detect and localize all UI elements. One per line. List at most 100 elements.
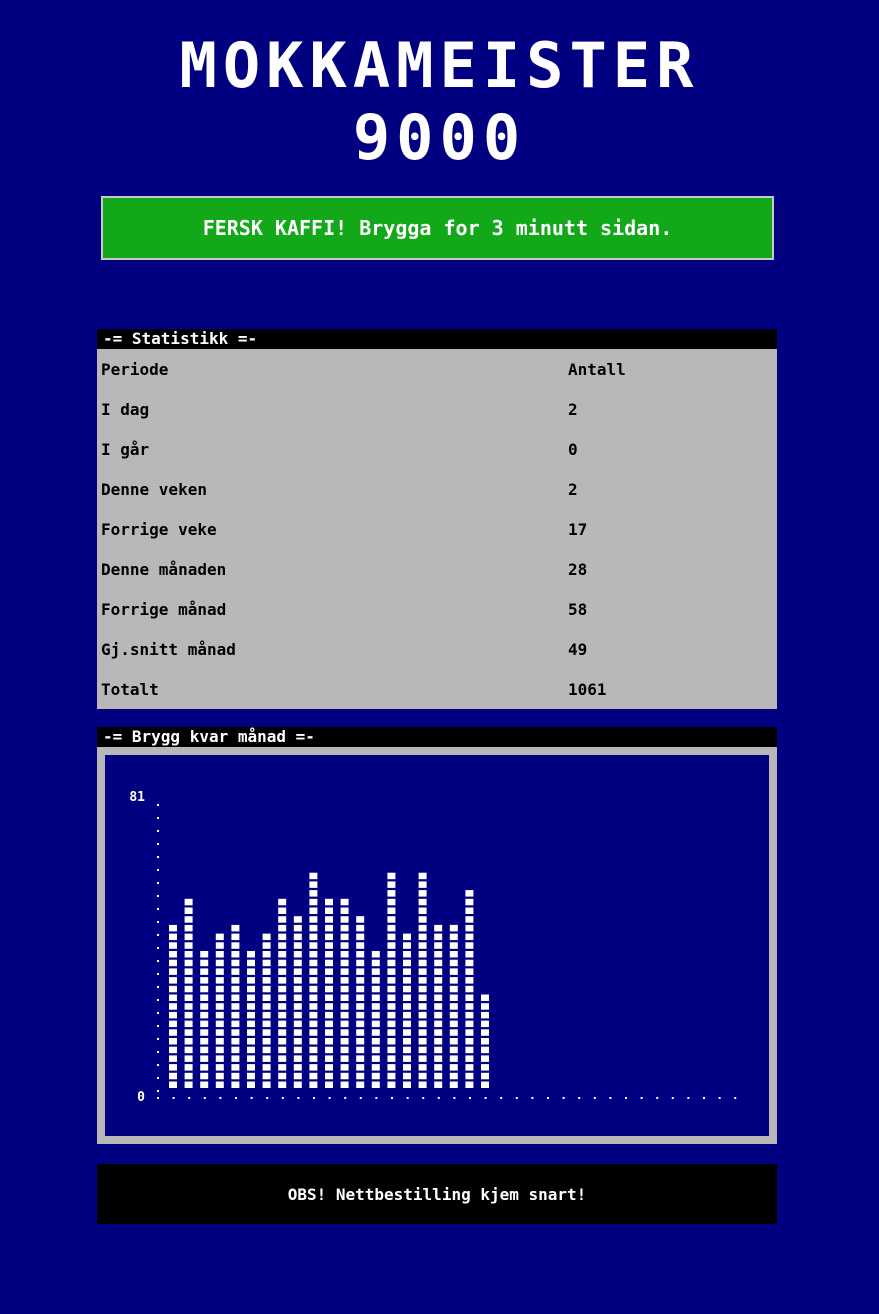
bar-block [481, 1064, 489, 1071]
bar-block [387, 1029, 396, 1036]
bar-block [262, 977, 271, 984]
bar-block [200, 1003, 209, 1010]
bar-block [418, 985, 427, 993]
bar-block [371, 1046, 380, 1054]
bar-block [418, 994, 427, 1001]
chart-bar [481, 994, 489, 1088]
bar-block [340, 1029, 349, 1036]
bar-block [231, 1072, 240, 1080]
bar-block [278, 1003, 287, 1010]
bar-block [309, 942, 318, 949]
bar-block [418, 1020, 427, 1028]
bar-block [231, 951, 240, 958]
bar-block [215, 1011, 224, 1019]
bar-block [309, 951, 318, 958]
bar-block [247, 1038, 255, 1045]
bar-block [184, 1072, 193, 1080]
x-axis-dot [188, 1097, 191, 1099]
bar-block [184, 1011, 193, 1019]
bar-block [418, 951, 427, 958]
bar-block [371, 994, 380, 1001]
period-cell: Forrige månad [101, 599, 227, 619]
bar-block [215, 1020, 224, 1028]
bar-block [449, 985, 458, 993]
bar-block [340, 1064, 349, 1071]
axis-dots [157, 804, 737, 1099]
bar-block [231, 924, 240, 932]
bar-block [387, 898, 396, 906]
bar-block [465, 1064, 474, 1071]
bar-block [247, 1072, 255, 1080]
bar-block [262, 1038, 271, 1045]
bar-block [434, 1020, 443, 1028]
bar-block [169, 1003, 177, 1010]
count-cell: 0 [568, 439, 578, 459]
bar-block [262, 968, 271, 975]
bar-block [278, 907, 287, 914]
bar-block [465, 959, 474, 967]
x-axis-dot [500, 1097, 503, 1099]
bar-block [309, 916, 318, 923]
bar-block [449, 968, 458, 975]
bar-block [169, 968, 177, 975]
bar-block [184, 924, 193, 932]
bar-block [465, 951, 474, 958]
chart-area: 81 0 [105, 755, 769, 1136]
bar-block [340, 1055, 349, 1062]
bar-block [215, 994, 224, 1001]
x-axis-dot [593, 1097, 596, 1099]
x-axis-dot [531, 1097, 534, 1099]
bar-block [231, 942, 240, 949]
bar-block [449, 977, 458, 984]
bar-block [293, 1029, 302, 1036]
bar-block [340, 994, 349, 1001]
bar-block [418, 1003, 427, 1010]
bar-block [387, 916, 396, 923]
bar-block [200, 1029, 209, 1036]
bar-block [356, 1020, 365, 1028]
bar-block [184, 951, 193, 958]
bar-block [200, 959, 209, 967]
bar-block [215, 1055, 224, 1062]
bar-block [309, 1038, 318, 1045]
chart-bar [309, 872, 318, 1088]
bar-block [434, 942, 443, 949]
bar-block [278, 994, 287, 1001]
bar-block [340, 959, 349, 967]
bar-block [387, 951, 396, 958]
bar-block [481, 994, 489, 1001]
bar-block [340, 942, 349, 949]
fresh-coffee-banner: FERSK KAFFI! Brygga for 3 minutt sidan. [101, 196, 774, 260]
x-axis-dot [671, 1097, 674, 1099]
bar-block [325, 924, 333, 932]
x-axis-dot [297, 1097, 300, 1099]
bar-block [325, 959, 333, 967]
bar-block [200, 1072, 209, 1080]
bar-block [356, 1029, 365, 1036]
x-axis-dot [656, 1097, 659, 1099]
x-axis-dot [266, 1097, 269, 1099]
bar-block [403, 1029, 411, 1036]
bar-block [309, 977, 318, 984]
bar-block [340, 1038, 349, 1045]
bar-block [309, 959, 318, 967]
bar-block [403, 1055, 411, 1062]
bar-block [465, 1020, 474, 1028]
y-axis-dot [157, 1051, 159, 1053]
bar-block [231, 994, 240, 1001]
bar-block [169, 1072, 177, 1080]
bar-block [184, 1046, 193, 1054]
bar-block [247, 1011, 255, 1019]
bar-block [325, 916, 333, 923]
bar-block [184, 968, 193, 975]
bar-block [200, 994, 209, 1001]
bar-block [418, 1081, 427, 1088]
table-row: Gj.snitt månad 49 [97, 629, 777, 669]
bar-block [278, 951, 287, 958]
bar-block [184, 942, 193, 949]
bar-block [434, 1011, 443, 1019]
x-axis-dot [344, 1097, 347, 1099]
bar-block [325, 1038, 333, 1045]
bar-block [231, 1081, 240, 1088]
bar-block [356, 1038, 365, 1045]
